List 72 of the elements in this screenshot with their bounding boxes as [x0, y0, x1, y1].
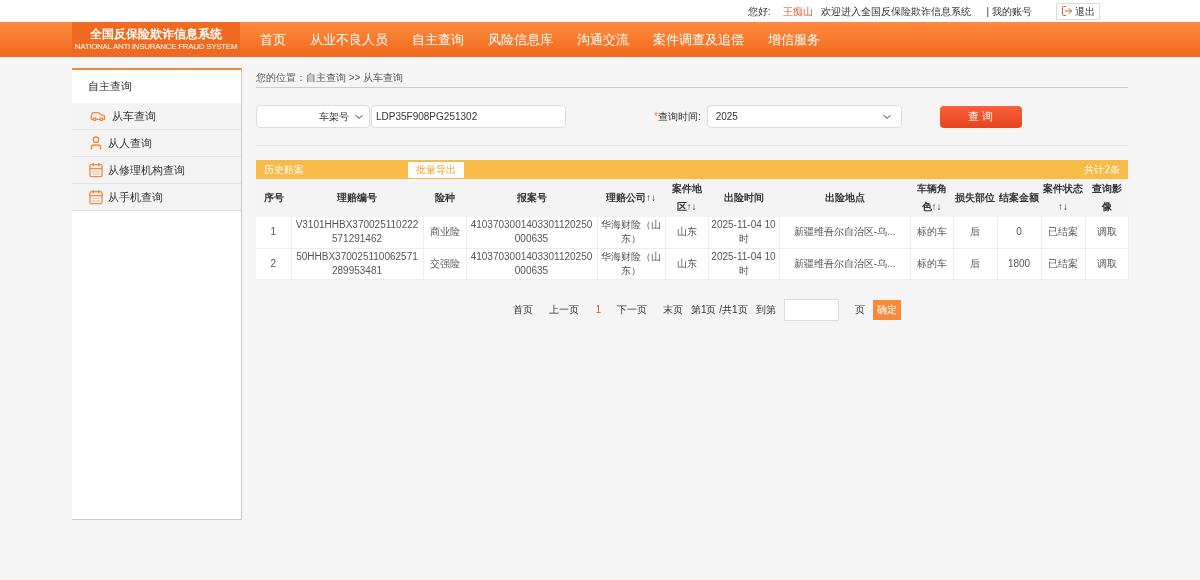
column-header: 险种 — [423, 179, 466, 217]
column-header: 报案号 — [466, 179, 597, 217]
table-cell: 已结案 — [1041, 217, 1085, 248]
column-header: 理赔编号 — [291, 179, 423, 217]
table-cell: 1 — [256, 217, 291, 248]
search-input[interactable]: LDP35F908PG251302 — [371, 105, 566, 128]
column-header: 车辆角色↑↓ — [910, 179, 953, 217]
table-cell: 1800 — [997, 248, 1041, 279]
column-header: 理赔公司↑↓ — [597, 179, 665, 217]
table-cell: 0 — [997, 217, 1041, 248]
user-name: 王痴山 — [782, 4, 813, 19]
person-icon — [88, 135, 104, 151]
calendar-icon — [88, 162, 104, 178]
page-input[interactable] — [783, 298, 839, 321]
first-page-link[interactable]: 首页 — [513, 302, 534, 317]
table-cell: 后 — [953, 217, 997, 248]
goto-label: 到第 — [755, 303, 776, 317]
table-cell: 标的车 — [910, 217, 953, 248]
table-cell: 50HHBX370025110062571289953481 — [291, 248, 423, 279]
table-cell: 2 — [256, 248, 291, 279]
table-cell: 4103703001403301120250000635 — [466, 217, 597, 248]
last-page-link[interactable]: 末页 — [662, 302, 683, 317]
table-cell: 2025-11-04 10时 — [708, 217, 779, 248]
table-cell: 标的车 — [910, 248, 953, 279]
column-header: 案件地区↑↓ — [665, 179, 708, 217]
column-header: 案件状态↑↓ — [1041, 179, 1085, 217]
next-page-link[interactable]: 下一页 — [616, 302, 647, 317]
table-cell: 华海财险（山东） — [597, 248, 665, 279]
prev-page-link[interactable]: 上一页 — [549, 302, 580, 317]
sidebar-item[interactable]: 从车查询 — [72, 103, 241, 130]
breadcrumb: 您的位置：自主查询 >> 从车查询 — [256, 68, 1128, 88]
retrieve-link[interactable]: 调取 — [1085, 248, 1128, 279]
table-cell: 新疆维吾尔自治区-乌... — [779, 248, 910, 279]
column-header: 出险地点 — [779, 179, 910, 217]
table-cell: 已结案 — [1041, 248, 1085, 279]
search-type-select[interactable]: 车架号 — [256, 105, 370, 128]
table-cell: 后 — [953, 248, 997, 279]
table-cell: 交强险 — [423, 248, 466, 279]
table-cell: 4103703001403301120250000635 — [466, 248, 597, 279]
logo-title: 全国反保险欺诈信息系统 — [90, 27, 222, 42]
table-cell: 商业险 — [423, 217, 466, 248]
logo-subtitle: NATIONAL ANTI INSURANCE FRAUD SYSTEM — [74, 42, 238, 52]
logout-icon — [1061, 5, 1073, 17]
current-page[interactable]: 1 — [595, 302, 601, 317]
account-link[interactable]: | 我的账号 — [986, 3, 1032, 19]
sidebar-item[interactable]: 从手机查询 — [72, 184, 241, 211]
sidebar-item[interactable]: 从人查询 — [72, 130, 241, 157]
logout-button[interactable]: 退出 — [1056, 2, 1100, 20]
page-info: 第1页 /共1页 — [690, 303, 748, 317]
retrieve-link[interactable]: 调取 — [1085, 217, 1128, 248]
time-label: *查询时间: — [654, 110, 701, 124]
table-cell: 华海财险（山东） — [597, 217, 665, 248]
query-button[interactable]: 查 询 — [939, 105, 1022, 128]
results-total: 共计2条 — [1084, 163, 1120, 177]
page-unit: 页 — [854, 303, 865, 317]
column-header: 出险时间 — [708, 179, 779, 217]
table-cell: 山东 — [665, 217, 708, 248]
welcome-text: 欢迎进入全国反保险欺诈信息系统 — [820, 4, 971, 19]
table-cell: 2025-11-04 10时 — [708, 248, 779, 279]
table-cell: V3101HHBX370025110222571291462 — [291, 217, 423, 248]
table-cell: 山东 — [665, 248, 708, 279]
column-header: 序号 — [256, 179, 291, 217]
sidebar-item[interactable]: 从修理机构查询 — [72, 157, 241, 184]
results-title: 历史赔案 — [264, 163, 304, 177]
column-header: 损失部位 — [953, 179, 997, 217]
column-header: 查询影像 — [1085, 179, 1128, 217]
greeting-text: 您好: — [747, 4, 771, 19]
time-select[interactable]: 2025 — [706, 105, 902, 128]
table-cell: 新疆维吾尔自治区-乌... — [779, 217, 910, 248]
calendar-icon — [88, 189, 104, 205]
column-header: 结案金额 — [997, 179, 1041, 217]
sidebar-title: 自主查询 — [87, 79, 133, 95]
